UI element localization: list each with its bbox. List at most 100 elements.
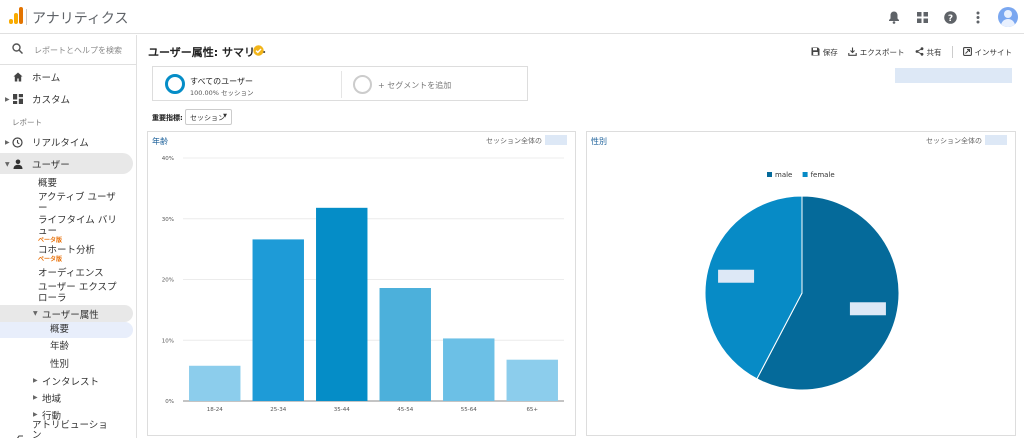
insight-icon xyxy=(962,46,972,58)
sidebar-item-geo[interactable]: ▶ 地域 xyxy=(0,391,133,405)
sidebar-sub-user-explorer[interactable]: ユーザー エクスプ ローラ xyxy=(38,282,117,304)
sidebar-sub-label: ー xyxy=(38,203,48,214)
export-icon xyxy=(847,47,857,58)
sidebar-item-user[interactable]: ▼ ユーザー xyxy=(0,157,133,171)
expand-arrow-icon: ▶ xyxy=(5,95,10,103)
sidebar-item-label: 地域 xyxy=(42,393,62,405)
beta-badge: ベータ版 xyxy=(38,256,63,263)
age-card-note: セッション全体の xyxy=(486,137,542,145)
pie-value-label-female xyxy=(718,269,755,283)
sidebar-item-label: インタレスト xyxy=(42,376,100,388)
insight-button[interactable]: インサイト xyxy=(962,46,1012,58)
sidebar-sub-gender[interactable]: 性別 xyxy=(50,359,69,370)
segment-bar: すべてのユーザー 100.00% セッション + セグメントを追加 xyxy=(152,66,528,101)
sidebar-item-custom[interactable]: ▶ カスタム xyxy=(0,92,133,106)
sidebar-sub-label: ライフタイム バリ xyxy=(38,215,117,226)
dashboard-icon xyxy=(12,94,23,105)
sidebar-search[interactable]: レポートとヘルプを検索 xyxy=(0,35,136,65)
sidebar-item-label: カスタム xyxy=(32,95,71,106)
date-range-placeholder[interactable] xyxy=(895,68,1012,83)
sidebar-item-demographics[interactable]: ▼ ユーザー属性 xyxy=(0,307,133,321)
sidebar-sub-label: ユーザー エクスプ xyxy=(38,282,117,293)
sidebar-sub-age[interactable]: 年齢 xyxy=(50,341,69,352)
segment-name[interactable]: すべてのユーザー xyxy=(190,76,253,87)
collapse-arrow-icon: ▼ xyxy=(5,160,10,168)
svg-text:?: ? xyxy=(947,14,952,24)
x-tick-label: 25-34 xyxy=(270,407,286,413)
report-actions: 保存 エクスポート 共有 インサイト xyxy=(811,46,1012,58)
analytics-logo[interactable] xyxy=(9,7,23,24)
x-tick-label: 55-64 xyxy=(461,407,477,413)
sidebar-item-interests[interactable]: ▶ インタレスト xyxy=(0,374,133,388)
bell-icon[interactable] xyxy=(886,9,902,25)
x-tick-label: 35-44 xyxy=(334,407,350,413)
apps-grid-icon[interactable] xyxy=(914,9,930,25)
sidebar-sub-label: ュー xyxy=(38,226,58,237)
age-card: 年齢 セッション全体の 0% 10% 20% 30% 40% 18-24 25-34 35-4… xyxy=(147,131,576,436)
sidebar-sub-active-users[interactable]: アクティブ ユーザ ー xyxy=(38,192,116,214)
sidebar-sub-label: アクティブ ユーザ xyxy=(38,192,116,203)
segment-ring-icon[interactable] xyxy=(165,74,185,94)
sidebar-sub-cohort[interactable]: コホート分析 ベータ版 xyxy=(38,245,95,263)
top-icons: ? xyxy=(886,6,1018,28)
sidebar-item-home[interactable]: ホーム xyxy=(0,70,133,84)
gender-card: 性別 セッション全体の male female xyxy=(586,131,1016,436)
sidebar-item-realtime[interactable]: ▶ リアルタイム xyxy=(0,135,133,149)
sidebar-item-label: リアルタイム xyxy=(32,138,89,149)
y-tick-label: 40% xyxy=(162,156,174,162)
export-button[interactable]: エクスポート xyxy=(847,47,905,58)
x-tick-label: 18-24 xyxy=(207,407,223,413)
save-icon xyxy=(811,47,820,58)
top-bar: アナリティクス ? xyxy=(0,0,1024,34)
attribution-icon xyxy=(12,433,23,438)
gender-card-title: 性別 xyxy=(591,137,607,146)
search-placeholder: レポートとヘルプを検索 xyxy=(34,46,122,55)
save-button[interactable]: 保存 xyxy=(811,47,838,58)
metric-select[interactable]: セッション ▼ xyxy=(185,109,232,125)
sidebar-sub-lifetime-value[interactable]: ライフタイム バリ ュー ベータ版 xyxy=(38,215,117,244)
add-segment-ring-icon[interactable] xyxy=(353,75,372,94)
sidebar-sub-audience[interactable]: オーディエンス xyxy=(38,268,104,279)
sidebar-item-label: ユーザー xyxy=(32,160,70,171)
gender-pie-chart: male female xyxy=(704,171,900,391)
bar-25-34[interactable] xyxy=(252,239,304,401)
export-label: エクスポート xyxy=(859,47,905,57)
gender-card-note: セッション全体の xyxy=(926,137,982,145)
bar-45-54[interactable] xyxy=(379,288,431,401)
title-divider xyxy=(26,9,27,25)
page-title: ユーザー属性: サマリー xyxy=(148,46,267,59)
sidebar-item-attribution[interactable]: アトリビューショ ン xyxy=(0,421,133,438)
sidebar-item-label: ホーム xyxy=(32,73,61,84)
attribution-label-2: ン xyxy=(32,430,42,438)
attribution-label-1: アトリビューショ xyxy=(32,420,108,431)
more-vert-icon[interactable] xyxy=(970,9,986,25)
account-avatar[interactable] xyxy=(998,7,1018,27)
sidebar-sub-label: ローラ xyxy=(38,293,67,304)
bar-18-24[interactable] xyxy=(189,365,241,401)
sidebar-sub-overview[interactable]: 概要 xyxy=(38,178,57,189)
bar-35-44[interactable] xyxy=(316,207,368,401)
sidebar: レポートとヘルプを検索 ホーム ▶ カスタム レポート ▶ リアルタイム ▼ ユ… xyxy=(0,35,137,438)
help-icon[interactable]: ? xyxy=(942,9,958,25)
x-tick-label: 45-54 xyxy=(397,407,413,413)
collapse-arrow-icon: ▼ xyxy=(33,310,38,317)
add-segment-button[interactable]: + セグメントを追加 xyxy=(378,80,451,91)
age-card-title: 年齢 xyxy=(152,137,168,146)
sidebar-sub-label: コホート分析 xyxy=(38,245,96,256)
x-tick-label: 65+ xyxy=(526,407,538,413)
reports-section-label: レポート xyxy=(12,118,42,127)
legend-swatch-male xyxy=(767,172,772,177)
sidebar-sub-demo-overview[interactable]: 概要 xyxy=(50,324,69,335)
share-button[interactable]: 共有 xyxy=(915,46,942,58)
clock-icon xyxy=(12,136,23,148)
bar-55-64[interactable] xyxy=(443,338,495,401)
legend-swatch-female xyxy=(802,172,808,177)
bar-65+[interactable] xyxy=(506,359,558,401)
gender-note-value-placeholder xyxy=(985,135,1007,145)
app-title: アナリティクス xyxy=(32,11,129,27)
expand-arrow-icon: ▶ xyxy=(33,377,38,384)
verified-badge-icon xyxy=(253,45,264,56)
legend-label-female: female xyxy=(811,171,835,179)
expand-arrow-icon: ▶ xyxy=(33,394,38,401)
age-note-value-placeholder xyxy=(545,135,567,145)
